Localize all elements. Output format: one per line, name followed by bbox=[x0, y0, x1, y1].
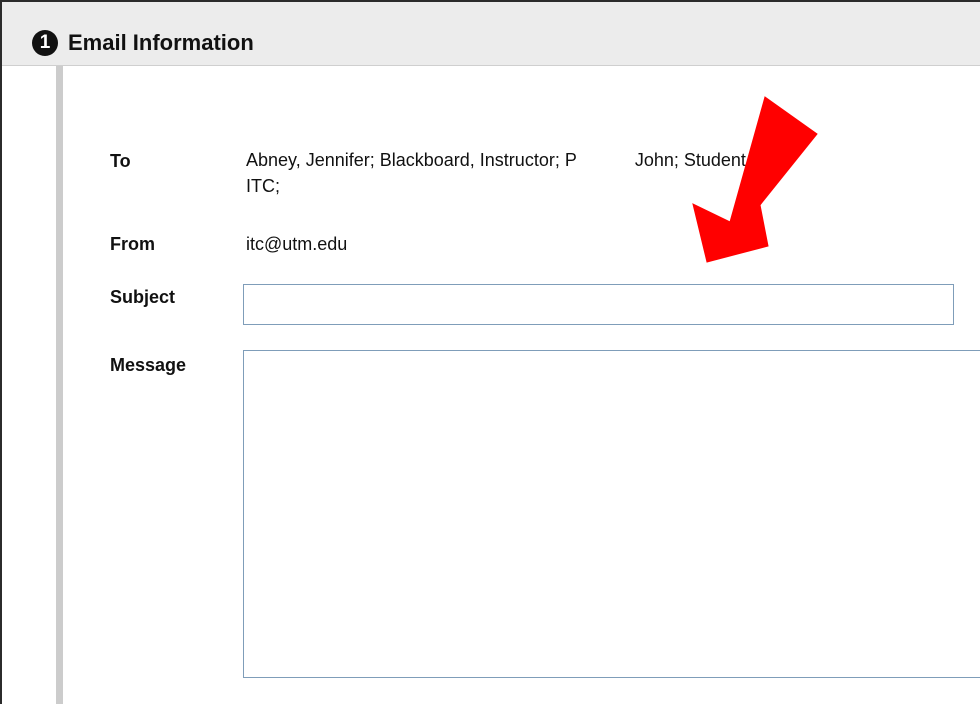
email-information-panel: 1 Email Information To Abney, Jennifer; … bbox=[0, 0, 980, 704]
section-title: Email Information bbox=[68, 30, 254, 55]
to-label: To bbox=[110, 151, 131, 171]
message-textarea[interactable] bbox=[243, 350, 980, 678]
from-address: itc@utm.edu bbox=[246, 234, 348, 254]
step-number-badge: 1 bbox=[32, 30, 58, 56]
subject-input[interactable] bbox=[243, 284, 954, 325]
step-header: 1 Email Information bbox=[2, 2, 980, 66]
to-recipients-line2: ITC; bbox=[246, 176, 280, 196]
left-divider bbox=[56, 66, 63, 704]
to-recipients: Abney, Jennifer; Blackboard, Instructor;… bbox=[246, 147, 966, 199]
from-label: From bbox=[110, 234, 155, 254]
subject-label: Subject bbox=[110, 287, 176, 307]
to-recipients-line1: Abney, Jennifer; Blackboard, Instructor;… bbox=[246, 150, 577, 170]
to-recipients-line1-end: John; Student, bbox=[634, 150, 751, 170]
message-label: Message bbox=[110, 355, 187, 375]
